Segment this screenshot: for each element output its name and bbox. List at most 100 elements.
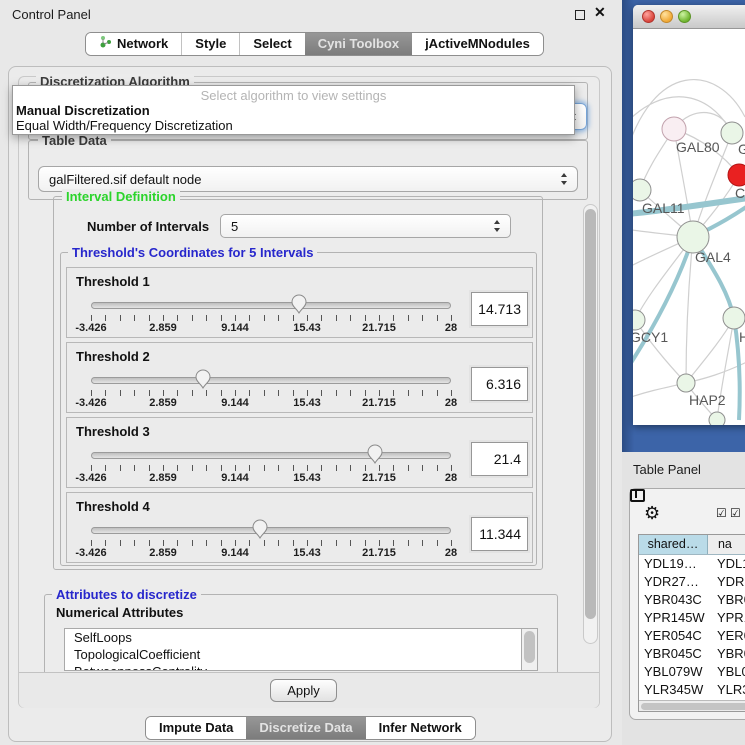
network-node-h[interactable] <box>723 307 745 329</box>
network-node-gal80[interactable] <box>662 117 686 141</box>
slider-tick <box>105 315 106 321</box>
slider-tick <box>307 315 308 321</box>
tab-impute-data[interactable]: Impute Data <box>146 717 246 739</box>
tab-jactivemnodules[interactable]: jActiveMNodules <box>412 33 543 55</box>
number-of-intervals-spinner[interactable]: 5 <box>220 214 511 238</box>
network-view-area: GAL80GACGAL11GAL4GCY1HHAP2 <box>622 0 745 452</box>
slider-tick <box>264 465 265 471</box>
slider-tick <box>120 390 121 396</box>
tab-infer-network[interactable]: Infer Network <box>366 717 475 739</box>
table-panel-title: Table Panel <box>633 462 701 477</box>
scrollbar-thumb[interactable] <box>585 209 596 619</box>
attribute-item-selfloops[interactable]: SelfLoops <box>65 629 537 646</box>
network-node-c[interactable] <box>728 164 745 186</box>
slider-tick <box>221 390 222 396</box>
threshold-2-value-field[interactable]: 6.316 <box>471 367 528 401</box>
close-window-button[interactable] <box>642 10 655 23</box>
table-cell: YBR04 <box>708 645 745 663</box>
table-data-combobox-value: galFiltered.sif default node <box>49 172 201 187</box>
table-row[interactable]: YDL19…YDL19 <box>639 555 745 573</box>
network-canvas[interactable]: GAL80GACGAL11GAL4GCY1HHAP2 <box>633 29 745 425</box>
slider-tick-label: 21.715 <box>354 472 404 484</box>
table-horizontal-scrollbar[interactable] <box>639 700 745 711</box>
column-header-na[interactable]: na <box>708 535 745 554</box>
table-row[interactable]: YLR345WYLR34 <box>639 681 745 699</box>
algorithm-dropdown-popup: Select algorithm to view settings Manual… <box>12 85 575 135</box>
attribute-item-topologicalcoefficient[interactable]: TopologicalCoefficient <box>65 646 537 663</box>
table-row[interactable]: YPR145WYPR14 <box>639 609 745 627</box>
numerical-attributes-list[interactable]: SelfLoopsTopologicalCoefficientBetweenne… <box>64 628 538 671</box>
slider-tick-label: 9.144 <box>210 472 260 484</box>
algorithm-option-manual-discretization[interactable]: Manual Discretization <box>13 103 574 118</box>
table-row[interactable]: YDR27…YDR27 <box>639 573 745 591</box>
slider-tick <box>278 540 279 546</box>
tab-style[interactable]: Style <box>181 33 239 55</box>
slider-tick <box>408 465 409 471</box>
attributes-list-scrollbar[interactable] <box>521 628 538 671</box>
slider-tick <box>422 465 423 471</box>
table-cell: YER05 <box>708 627 745 645</box>
columns-icon[interactable] <box>630 489 645 502</box>
tab-label: Discretize Data <box>259 717 352 739</box>
table-panel-box: ⚙ ☑ ☑ shared…na YDL19…YDL19YDR27…YDR27YB… <box>629 488 745 720</box>
threshold-4-value-field[interactable]: 11.344 <box>471 517 528 551</box>
network-node-gcy1[interactable] <box>633 310 645 330</box>
slider-tick-label: 21.715 <box>354 397 404 409</box>
tab-network[interactable]: Network <box>86 33 181 55</box>
slider-track[interactable] <box>91 452 451 459</box>
slider-thumb[interactable] <box>252 519 268 539</box>
zoom-window-button[interactable] <box>678 10 691 23</box>
slider-tick <box>249 390 250 396</box>
slider-thumb[interactable] <box>291 294 307 314</box>
slider-tick <box>422 390 423 396</box>
scrollbar-thumb[interactable] <box>524 631 535 663</box>
scrollbar-thumb[interactable] <box>641 703 745 710</box>
slider-track[interactable] <box>91 302 451 309</box>
slider-tick <box>437 540 438 546</box>
close-icon[interactable]: ✕ <box>594 4 606 21</box>
slider-tick <box>149 315 150 321</box>
gear-icon[interactable]: ⚙ <box>644 503 660 524</box>
table-row[interactable]: YER054CYER05 <box>639 627 745 645</box>
table-row[interactable]: YBL079WYBL07 <box>639 663 745 681</box>
network-node[interactable] <box>709 412 725 425</box>
network-node-hap2[interactable] <box>677 374 695 392</box>
attribute-item-betweennesscentrality[interactable]: BetweennessCentrality <box>65 663 537 671</box>
slider-tick <box>221 465 222 471</box>
node-label-gcy1: GCY1 <box>633 329 668 345</box>
node-attribute-table[interactable]: shared…na YDL19…YDL19YDR27…YDR27YBR043CY… <box>638 534 745 712</box>
tab-discretize-data[interactable]: Discretize Data <box>246 717 365 739</box>
threshold-3-value-field[interactable]: 21.4 <box>471 442 528 476</box>
checkbox-icon[interactable]: ☑ <box>716 506 727 520</box>
float-window-icon[interactable] <box>575 10 585 20</box>
slider-tick <box>307 390 308 396</box>
slider-tick <box>249 540 250 546</box>
slider-thumb[interactable] <box>195 369 211 389</box>
slider-thumb[interactable] <box>367 444 383 464</box>
slider-track[interactable] <box>91 527 451 534</box>
column-header-shared-[interactable]: shared… <box>639 535 708 554</box>
table-row[interactable]: YBR043CYBR04 <box>639 591 745 609</box>
settings-vertical-scrollbar[interactable] <box>583 204 598 644</box>
table-cell: YDR27… <box>639 573 708 591</box>
table-row[interactable]: YBR045CYBR04 <box>639 645 745 663</box>
network-node-gal11[interactable] <box>633 179 651 201</box>
checkbox-icon[interactable]: ☑ <box>730 506 741 520</box>
top-tab-bar: NetworkStyleSelectCyni ToolboxjActiveMNo… <box>85 32 544 56</box>
slider-tick <box>321 390 322 396</box>
network-icon <box>99 33 112 55</box>
slider-tick <box>451 390 452 396</box>
slider-track[interactable] <box>91 377 451 384</box>
table-header-row: shared…na <box>639 535 745 555</box>
apply-button[interactable]: Apply <box>270 679 337 702</box>
tab-select[interactable]: Select <box>239 33 304 55</box>
minimize-window-button[interactable] <box>660 10 673 23</box>
algorithm-placeholder-option[interactable]: Select algorithm to view settings <box>13 86 574 103</box>
tab-cyni-toolbox[interactable]: Cyni Toolbox <box>305 33 412 55</box>
algorithm-option-equal-width-frequency-discretization[interactable]: Equal Width/Frequency Discretization <box>13 118 574 133</box>
slider-tick <box>206 315 207 321</box>
network-window-titlebar[interactable] <box>633 5 745 29</box>
spinner-arrows-icon <box>494 220 501 232</box>
threshold-1-value-field[interactable]: 14.713 <box>471 292 528 326</box>
slider-tick <box>408 390 409 396</box>
